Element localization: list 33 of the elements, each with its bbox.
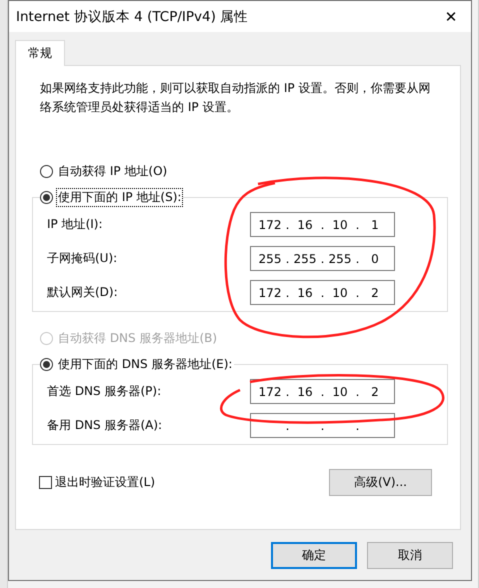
- octet-separator: .: [354, 252, 360, 266]
- radio-option[interactable]: 使用下面的 IP 地址(S):: [40, 187, 184, 207]
- field-label: IP 地址(I):: [47, 216, 103, 233]
- field-label: 备用 DNS 服务器(A):: [47, 417, 162, 434]
- field-label: 默认网关(D):: [47, 284, 118, 301]
- description-text: 如果网络支持此功能，则可以获取自动指派的 IP 设置。否则，你需要从网络系统管理员处获得适当的 IP 设置。: [40, 80, 432, 116]
- octet-separator: .: [354, 418, 360, 432]
- octet-separator: .: [320, 384, 326, 398]
- field-label: 子网掩码(U):: [47, 250, 118, 267]
- ip-address-field[interactable]: . . .: [250, 413, 395, 438]
- tab[interactable]: 常规: [15, 40, 65, 66]
- octet-separator: .: [284, 384, 290, 398]
- octet-separator: .: [320, 218, 326, 232]
- window-title: Internet 协议版本 4 (TCP/IPv4) 属性: [16, 8, 248, 26]
- octet-separator: .: [284, 218, 290, 232]
- octet-separator: .: [320, 252, 326, 266]
- field-label: 首选 DNS 服务器(P):: [47, 383, 162, 400]
- octet-separator: .: [284, 286, 290, 300]
- octet-separator: .: [354, 286, 360, 300]
- dialog-button[interactable]: 取消: [367, 542, 453, 569]
- octet-separator: .: [284, 418, 290, 432]
- ip-address-field[interactable]: 172 . 16 . 10 . 1: [250, 212, 395, 237]
- octet-separator: .: [354, 218, 360, 232]
- ip-address-field[interactable]: 172 . 16 . 10 . 2: [250, 280, 395, 305]
- octet-separator: .: [354, 384, 360, 398]
- advanced-button[interactable]: 高级(V)...: [329, 469, 432, 496]
- validate-checkbox[interactable]: 退出时验证设置(L): [39, 474, 156, 491]
- octet-separator: .: [320, 286, 326, 300]
- octet-separator: .: [284, 252, 290, 266]
- ip-address-field[interactable]: 172 . 16 . 10 . 2: [250, 379, 395, 404]
- dialog-button[interactable]: 确定: [271, 542, 357, 569]
- ip-address-field[interactable]: 255 . 255 . 255 . 0: [250, 246, 395, 271]
- octet-separator: .: [320, 418, 326, 432]
